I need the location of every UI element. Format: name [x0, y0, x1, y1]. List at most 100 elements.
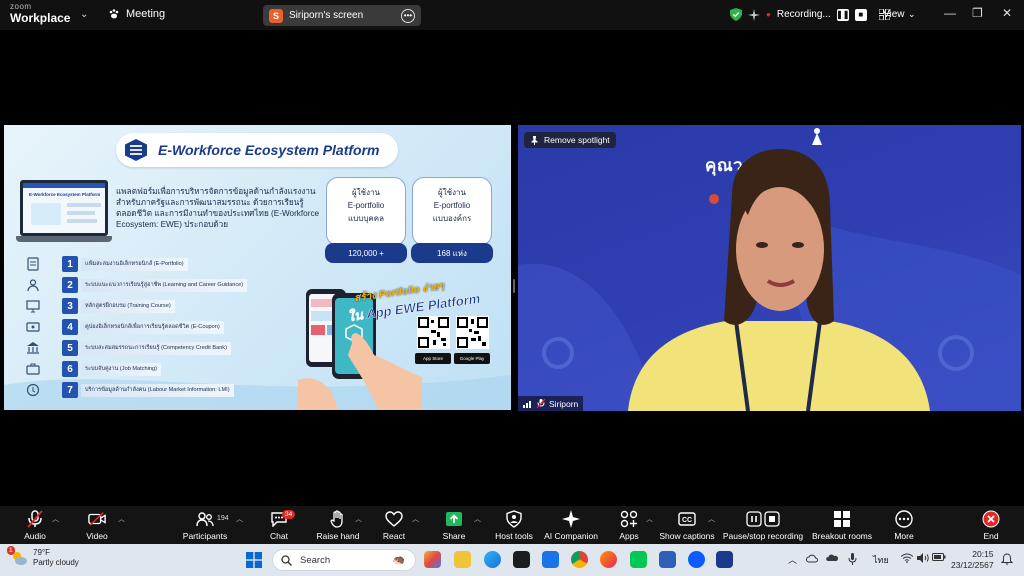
remove-spotlight-label: Remove spotlight — [544, 135, 610, 145]
weather-text: 79°F Partly cloudy — [33, 548, 79, 568]
taskbar-app-zoom-icon[interactable] — [688, 551, 705, 568]
raise-hand-icon — [330, 510, 343, 528]
pin-icon — [531, 135, 538, 145]
remove-spotlight-button[interactable]: Remove spotlight — [524, 132, 616, 148]
google-play-badge: Google Play — [454, 353, 490, 364]
paw-icon — [109, 9, 119, 19]
volume-icon[interactable] — [917, 553, 929, 563]
taskbar-app-file-explorer-icon[interactable] — [454, 551, 471, 568]
signal-strength-icon — [523, 400, 531, 408]
onedrive-icon[interactable] — [826, 553, 838, 563]
end-label: End — [983, 531, 999, 541]
feature-label: ระบบจับคู่งาน (Job Matching) — [81, 362, 161, 376]
feature-label: แฟ้มสะสมงานอิเล็กทรอนิกส์ (E-Portfolio) — [81, 257, 188, 271]
cloud-icon[interactable] — [806, 553, 818, 563]
card-line2: E-portfolio — [347, 201, 385, 210]
restore-window-icon[interactable]: ❐ — [972, 6, 983, 20]
meeting-label: Meeting — [126, 8, 166, 20]
card-line2: E-portfolio — [433, 201, 471, 210]
feature-number: 6 — [62, 361, 78, 377]
qr-code-app-store — [417, 316, 450, 349]
feature-label: คูปองอิเล็กทรอนิกส์เพื่อการเรียนรู้ตลอดช… — [81, 320, 224, 334]
chevron-down-icon[interactable]: ⌄ — [80, 9, 88, 20]
taskbar-app-calendar-icon[interactable] — [716, 551, 733, 568]
recording-status: ● Recording... ❚❚ ■ — [730, 8, 890, 21]
sparkle-icon[interactable] — [748, 8, 760, 21]
chevron-up-icon[interactable]: ︿ — [788, 553, 797, 566]
participant-person — [628, 149, 930, 411]
view-menu-label[interactable]: View — [883, 9, 905, 20]
chevron-down-icon[interactable]: ⌄ — [908, 9, 916, 20]
slide-description: แพลตฟอร์มเพื่อการบริหารจัดการข้อมูลด้านก… — [116, 187, 320, 229]
pause-recording-icon[interactable]: ❚❚ — [836, 8, 849, 21]
taskbar-app-firefox-icon[interactable] — [600, 551, 617, 568]
participants-count: 194 — [217, 515, 229, 522]
share-screen-icon — [446, 512, 462, 526]
audio-label: Audio — [24, 531, 46, 541]
chevron-up-icon[interactable]: ︿ — [708, 514, 715, 524]
taskbar-app-chrome-icon[interactable] — [571, 551, 588, 568]
captions-icon: CC — [678, 512, 696, 526]
card-line3: แบบองค์กร — [432, 214, 472, 223]
feature-number: 5 — [62, 340, 78, 356]
taskbar-app-word-icon[interactable] — [659, 551, 676, 568]
zoom-workplace-logo[interactable]: zoom Workplace — [10, 2, 70, 25]
mic-muted-icon — [537, 399, 545, 408]
slide-title-banner: E-Workforce Ecosystem Platform — [116, 133, 398, 167]
feature-number: 3 — [62, 298, 78, 314]
app-store-badge: App Store — [415, 353, 451, 364]
taskbar-app-copilot-icon[interactable] — [424, 551, 441, 568]
brand-line1: zoom — [10, 2, 32, 11]
taskbar-app-edge-icon[interactable] — [484, 551, 501, 568]
minimize-icon[interactable]: — — [944, 6, 956, 20]
close-icon[interactable]: ✕ — [1002, 6, 1012, 20]
breakout-rooms-icon — [834, 511, 850, 527]
more-icon — [895, 510, 913, 528]
participants-label: Participants — [182, 531, 228, 541]
training-icon — [26, 300, 40, 313]
language-indicator[interactable]: ไทย — [873, 553, 889, 567]
participant-name-tag: Siriporn — [518, 396, 584, 411]
more-button[interactable]: More — [859, 506, 949, 544]
svg-text:CC: CC — [682, 517, 692, 524]
microphone-icon[interactable] — [848, 553, 857, 565]
feature-number: 2 — [62, 277, 78, 293]
battery-icon[interactable] — [932, 553, 946, 561]
meeting-menu[interactable]: Meeting — [108, 8, 165, 20]
stop-recording-icon[interactable]: ■ — [854, 8, 867, 21]
apps-label: Apps — [619, 531, 639, 541]
search-icon — [281, 554, 292, 566]
video-button[interactable]: Video — [52, 506, 142, 544]
portfolio-icon — [27, 257, 39, 271]
search-highlight-icon: 🦔 — [392, 554, 405, 566]
speaker-video[interactable]: Remove spotlight คุณวุฒิวิชาชีพ Siriporn — [518, 125, 1021, 411]
pause-stop-recording-button[interactable]: Pause/stop recording — [718, 506, 808, 544]
credit-bank-icon — [27, 342, 39, 354]
system-clock[interactable]: 20:15 23/12/2567 — [951, 549, 994, 571]
shield-check-icon[interactable] — [730, 8, 742, 21]
wifi-icon[interactable] — [901, 553, 913, 563]
feature-number: 4 — [62, 319, 78, 335]
pause-stop-icon — [746, 511, 780, 527]
end-meeting-button[interactable]: End — [946, 506, 1024, 544]
stat-value-individual: 120,000 + — [325, 243, 407, 263]
card-line3: แบบบุคคล — [348, 214, 384, 223]
windows-start-icon[interactable] — [246, 552, 262, 568]
labour-info-icon — [26, 383, 40, 397]
taskbar-app-store-icon[interactable] — [513, 551, 530, 568]
share-owner-avatar: S — [269, 8, 283, 23]
taskbar-search[interactable]: Search 🦔 — [272, 549, 416, 571]
chevron-up-icon[interactable]: ︿ — [118, 514, 125, 524]
weather-widget[interactable]: 1 79°F Partly cloudy — [7, 546, 79, 568]
taskbar-app-line-icon[interactable] — [630, 551, 647, 568]
more-options-icon[interactable]: ••• — [401, 8, 415, 23]
feature-item: 2 ระบบแนะแนวการเรียนรู้สู่อาชีพ (Learnin… — [26, 277, 256, 293]
notification-bell-icon[interactable] — [1001, 553, 1013, 565]
screen-share-indicator[interactable]: S Siriporn's screen ••• — [263, 5, 421, 26]
split-divider-handle[interactable] — [513, 279, 515, 293]
windows-taskbar: 1 79°F Partly cloudy Search 🦔 ︿ ไทย 20:1… — [0, 544, 1024, 576]
search-placeholder: Search — [300, 554, 331, 566]
feature-item: 7 บริการข้อมูลด้านกำลังคน (Labour Market… — [26, 382, 256, 398]
shared-screen: E-Workforce Ecosystem Platform E-Workfor… — [4, 125, 511, 410]
taskbar-app-mail-icon[interactable] — [542, 551, 559, 568]
